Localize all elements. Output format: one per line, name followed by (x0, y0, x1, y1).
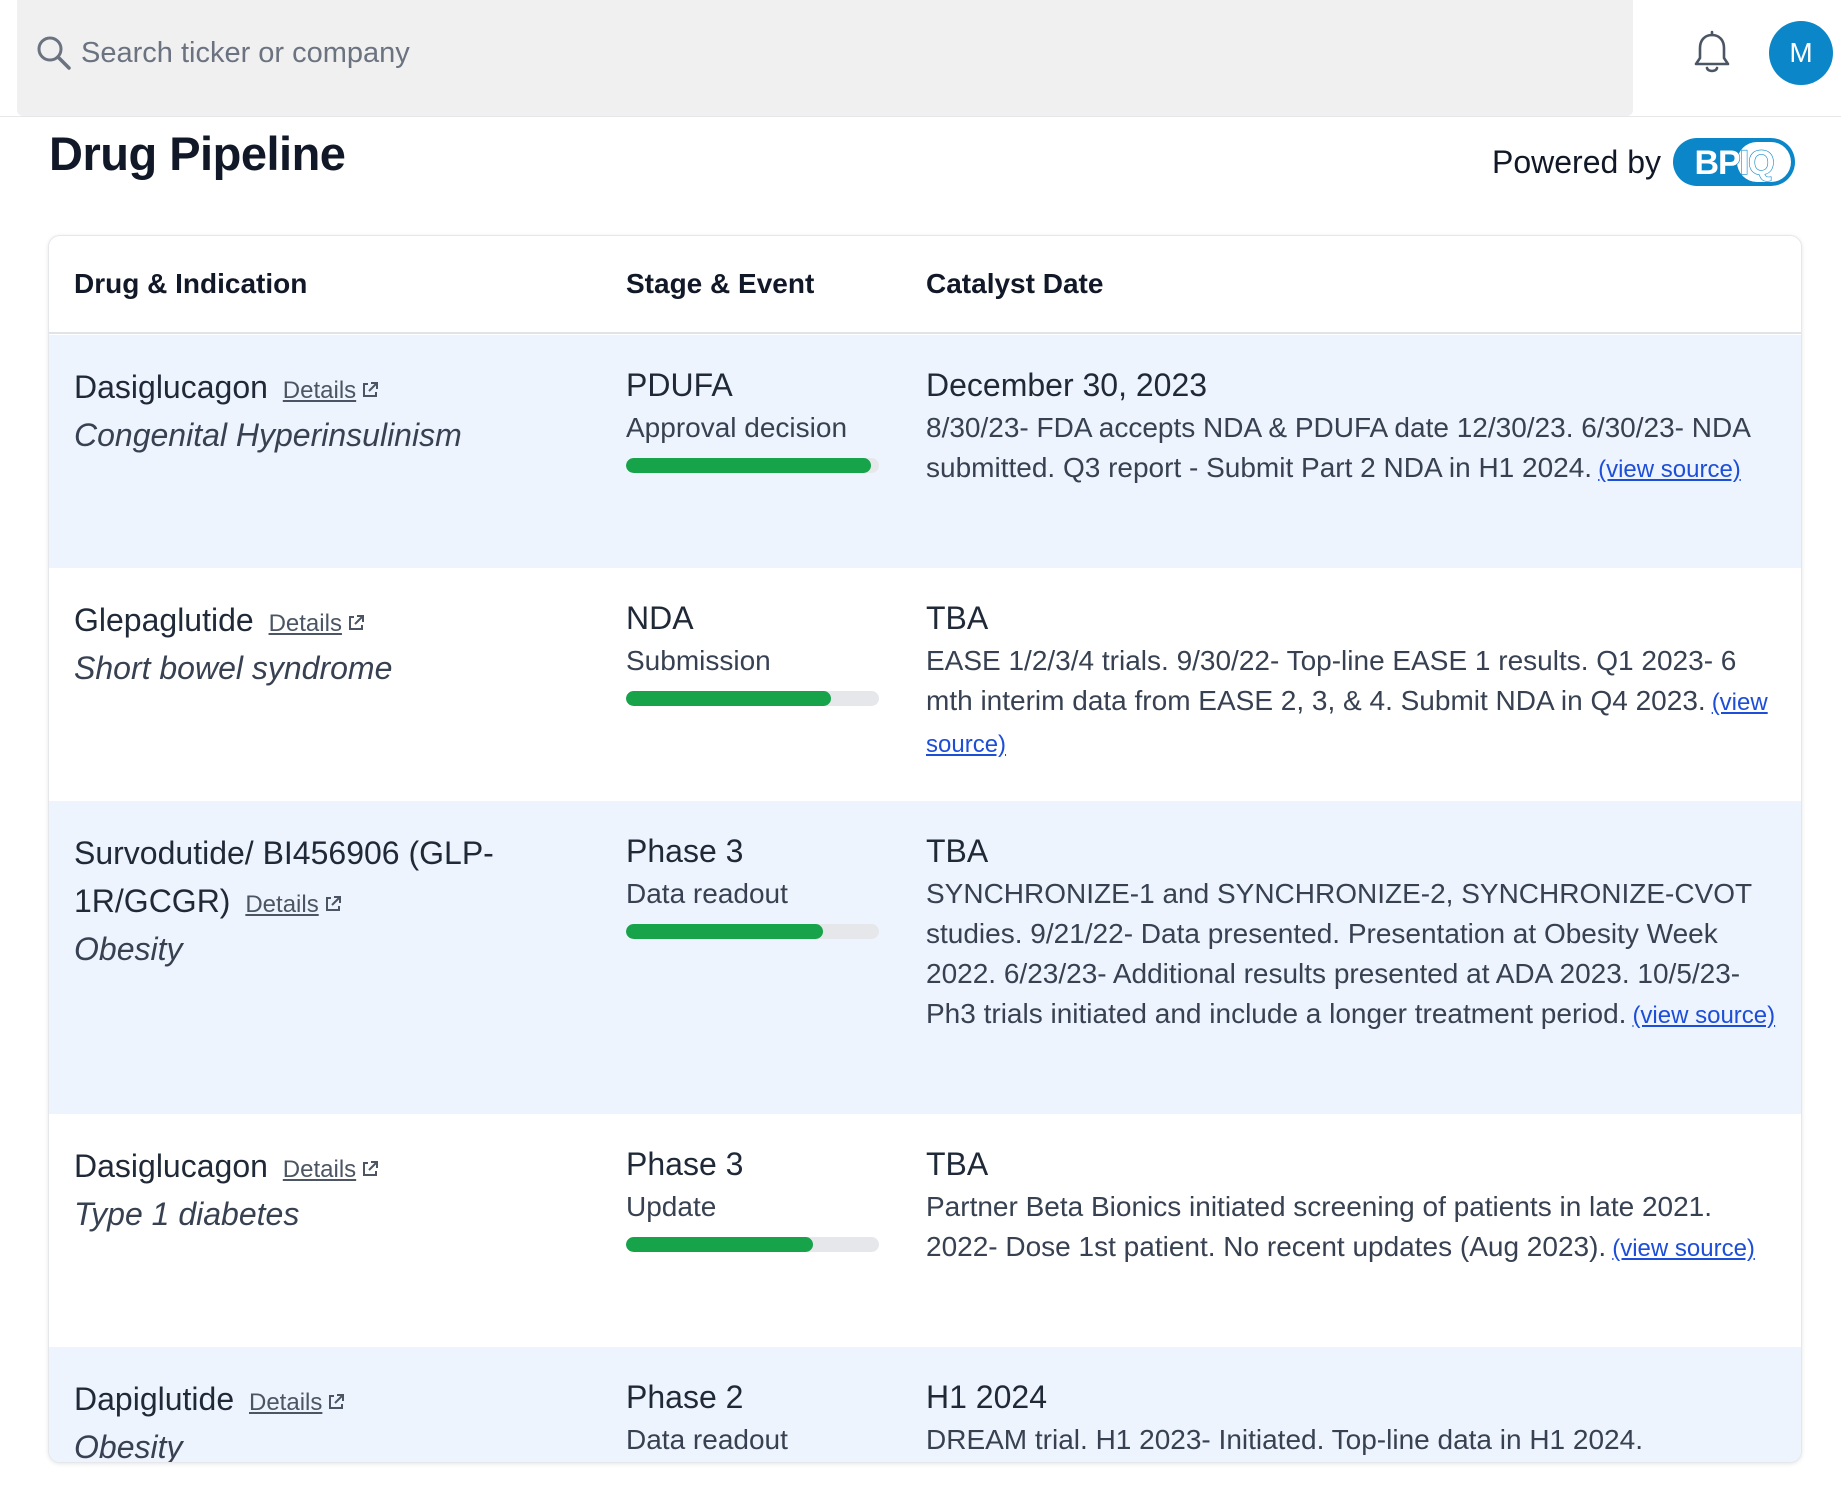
stage: NDA (626, 600, 694, 636)
event: Approval decision (626, 412, 848, 443)
drug-cell: Survodutide/ BI456906 (GLP-1R/GCGR) Deta… (74, 829, 544, 929)
external-link-icon (329, 1394, 345, 1409)
bpiq-logo: BPIQ (1672, 138, 1795, 186)
indication: Congenital Hyperinsulinism (74, 417, 462, 453)
indication: Short bowel syndrome (74, 650, 393, 686)
search-box[interactable] (17, 0, 1633, 116)
external-link-icon (363, 1161, 379, 1176)
table-row: Dasiglucagon Details Congenital Hyperins… (49, 335, 1801, 568)
event: Submission (626, 645, 771, 676)
catalyst-date: TBA (926, 1146, 989, 1182)
stage: Phase 3 (626, 833, 744, 869)
drug-cell: Dasiglucagon Details (74, 1142, 544, 1194)
details-label: Details (245, 891, 319, 918)
catalyst-description: SYNCHRONIZE-1 and SYNCHRONIZE-2, SYNCHRO… (926, 874, 1776, 1036)
stage: Phase 3 (626, 1146, 744, 1182)
external-link-icon (363, 382, 379, 397)
header-catalyst-date[interactable]: Catalyst Date (926, 268, 1103, 300)
stage: Phase 2 (626, 1379, 744, 1415)
bell-icon[interactable] (1690, 30, 1734, 76)
drug-name: Glepaglutide (74, 602, 254, 638)
drug-name: Dasiglucagon (74, 1148, 268, 1184)
external-link-icon (325, 896, 341, 911)
details-label: Details (282, 1156, 357, 1183)
progress-bar (626, 458, 879, 473)
external-link-icon (348, 615, 364, 630)
details-link[interactable]: Details (283, 377, 380, 404)
event: Data readout (626, 878, 788, 909)
drug-name: Dapiglutide (74, 1381, 235, 1417)
header-drug-indication[interactable]: Drug & Indication (74, 268, 307, 300)
progress-fill (626, 691, 831, 706)
catalyst-date: December 30, 2023 (926, 367, 1208, 403)
details-label: Details (282, 377, 357, 404)
view-source-link[interactable]: (view source) (1632, 1002, 1775, 1029)
description-text: EASE 1/2/3/4 trials. 9/30/22- Top-line E… (926, 645, 1737, 716)
event: Update (626, 1191, 717, 1222)
progress-fill (626, 1237, 814, 1252)
page-title: Drug Pipeline (49, 127, 346, 180)
drug-cell: Glepaglutide Details (74, 596, 544, 648)
description-text: SYNCHRONIZE-1 and SYNCHRONIZE-2, SYNCHRO… (926, 878, 1752, 1029)
stage: PDUFA (626, 367, 733, 403)
drug-cell: Dasiglucagon Details (74, 363, 544, 415)
details-link[interactable]: Details (269, 610, 366, 637)
table-row: Dapiglutide Details Obesity Phase 2 Data… (49, 1347, 1801, 1463)
powered-by: Powered by BPIQ (1492, 136, 1797, 188)
view-source-link[interactable]: (view source) (1598, 456, 1741, 483)
details-link[interactable]: Details (283, 1156, 380, 1183)
top-bar: M (0, 0, 1841, 117)
event: Data readout (626, 1424, 788, 1455)
drug-name: Dasiglucagon (74, 369, 268, 405)
description-text: DREAM trial. H1 2023- Initiated. Top-lin… (926, 1424, 1643, 1455)
view-source-link[interactable]: (view source) (1612, 1235, 1755, 1262)
progress-bar (626, 1237, 879, 1252)
details-link[interactable]: Details (245, 891, 342, 918)
catalyst-description: Partner Beta Bionics initiated screening… (926, 1187, 1776, 1269)
powered-by-label: Powered by (1492, 143, 1661, 180)
description-text: Partner Beta Bionics initiated screening… (926, 1191, 1713, 1262)
catalyst-description: EASE 1/2/3/4 trials. 9/30/22- Top-line E… (926, 641, 1776, 765)
catalyst-date: TBA (926, 600, 989, 636)
catalyst-date: TBA (926, 833, 989, 869)
table-row: Glepaglutide Details Short bowel syndrom… (49, 568, 1801, 801)
avatar[interactable]: M (1769, 21, 1833, 85)
table-row: Survodutide/ BI456906 (GLP-1R/GCGR) Deta… (49, 801, 1801, 1114)
progress-fill (626, 458, 872, 473)
search-input[interactable] (81, 30, 1581, 76)
table-header: Drug & Indication Stage & Event Catalyst… (49, 236, 1801, 334)
table-row: Dasiglucagon Details Type 1 diabetes Pha… (49, 1114, 1801, 1347)
details-link[interactable]: Details (249, 1389, 346, 1416)
progress-bar (626, 924, 879, 939)
indication: Type 1 diabetes (74, 1196, 300, 1232)
catalyst-description: DREAM trial. H1 2023- Initiated. Top-lin… (926, 1420, 1776, 1460)
bpiq-logo-text: BPIQ (1694, 144, 1774, 182)
details-label: Details (249, 1389, 323, 1416)
pipeline-table: Drug & Indication Stage & Event Catalyst… (48, 235, 1802, 1463)
catalyst-date: H1 2024 (926, 1379, 1047, 1415)
indication: Obesity (74, 931, 183, 967)
progress-fill (626, 924, 824, 939)
details-label: Details (268, 610, 342, 637)
indication: Obesity (74, 1429, 183, 1463)
search-icon (37, 36, 71, 70)
progress-bar (626, 691, 879, 706)
header-stage-event[interactable]: Stage & Event (626, 268, 814, 300)
catalyst-description: 8/30/23- FDA accepts NDA & PDUFA date 12… (926, 408, 1776, 490)
drug-cell: Dapiglutide Details (74, 1375, 544, 1427)
